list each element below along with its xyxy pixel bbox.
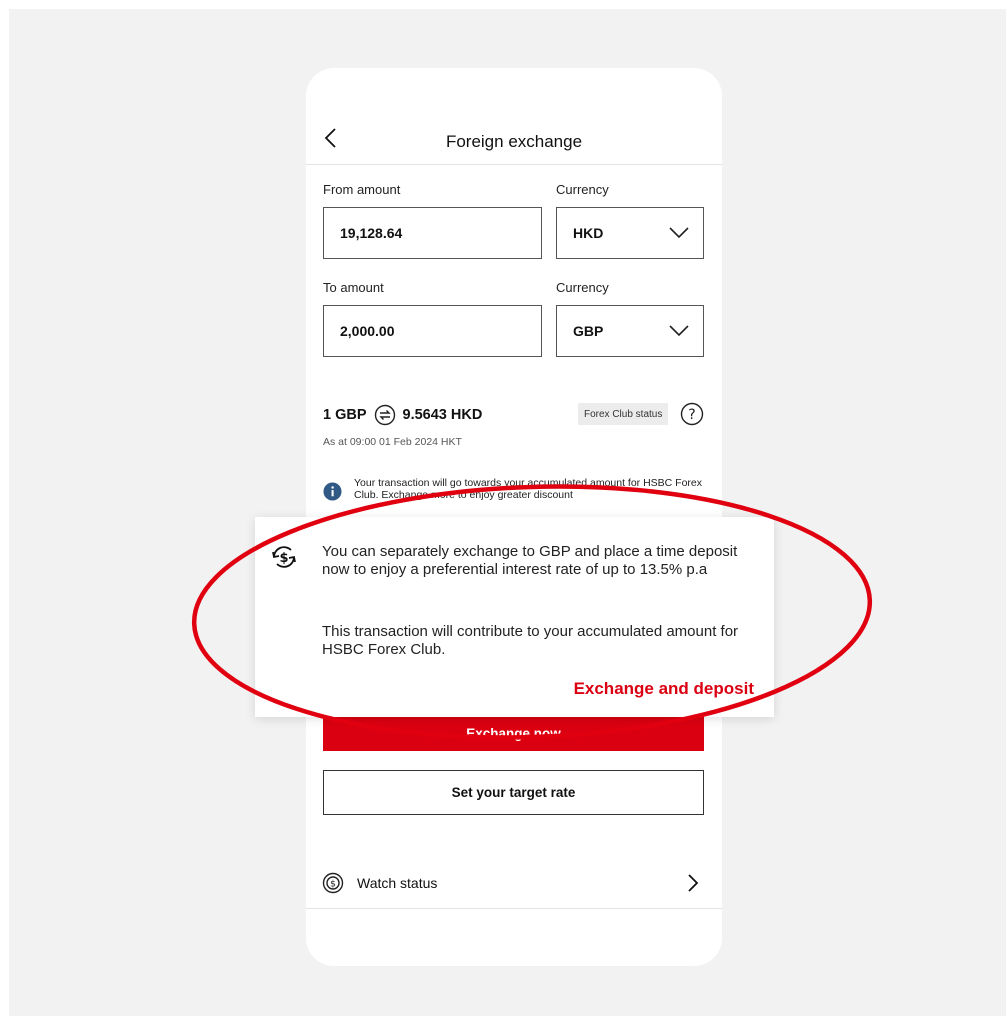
from-amount-input[interactable]: 19,128.64 xyxy=(323,207,542,259)
chevron-right-icon xyxy=(688,874,699,892)
svg-text:$: $ xyxy=(330,880,336,890)
exchange-rate: 1 GBP 9.5643 HKD xyxy=(323,404,482,426)
watch-status-label: Watch status xyxy=(357,875,438,891)
popup-contribution-text: This transaction will contribute to your… xyxy=(322,623,739,658)
exchange-and-deposit-link[interactable]: Exchange and deposit xyxy=(574,679,754,699)
watch-icon: $ xyxy=(322,872,344,894)
swap-icon xyxy=(374,404,395,426)
page-title: Foreign exchange xyxy=(445,132,583,151)
chevron-down-icon xyxy=(669,227,689,239)
from-currency-select[interactable]: HKD xyxy=(556,207,704,259)
set-target-rate-button[interactable]: Set your target rate xyxy=(323,770,704,815)
time-deposit-popup: $ You can separately exchange to GBP and… xyxy=(255,517,774,717)
to-amount-value: 2,000.00 xyxy=(340,323,395,339)
to-amount-input[interactable]: 2,000.00 xyxy=(323,305,542,357)
chevron-down-icon xyxy=(669,325,689,337)
info-icon xyxy=(323,482,342,501)
rate-to: 9.5643 HKD xyxy=(402,407,483,423)
help-icon[interactable]: ? xyxy=(680,402,704,426)
from-currency-label: Currency xyxy=(556,182,609,197)
to-currency-value: GBP xyxy=(573,323,604,339)
forex-club-badge[interactable]: Forex Club status xyxy=(578,403,669,425)
exchange-now-button[interactable]: Exchange now xyxy=(323,715,704,751)
to-amount-label: To amount xyxy=(323,280,384,295)
svg-text:?: ? xyxy=(688,407,695,423)
svg-text:$: $ xyxy=(279,551,288,566)
watch-status-row[interactable]: $ Watch status xyxy=(306,858,722,909)
rate-timestamp: As at 09:00 01 Feb 2024 HKT xyxy=(323,436,462,448)
forex-club-info: Your transaction will go towards your ac… xyxy=(354,477,703,501)
to-currency-select[interactable]: GBP xyxy=(556,305,704,357)
from-currency-value: HKD xyxy=(573,225,604,241)
header-bar: Foreign exchange xyxy=(306,68,722,165)
rate-from: 1 GBP xyxy=(323,407,367,423)
from-amount-value: 19,128.64 xyxy=(340,225,403,241)
to-currency-label: Currency xyxy=(556,280,609,295)
currency-exchange-icon: $ xyxy=(272,546,296,568)
popup-offer-text: You can separately exchange to GBP and p… xyxy=(322,543,738,578)
from-amount-label: From amount xyxy=(323,182,401,197)
